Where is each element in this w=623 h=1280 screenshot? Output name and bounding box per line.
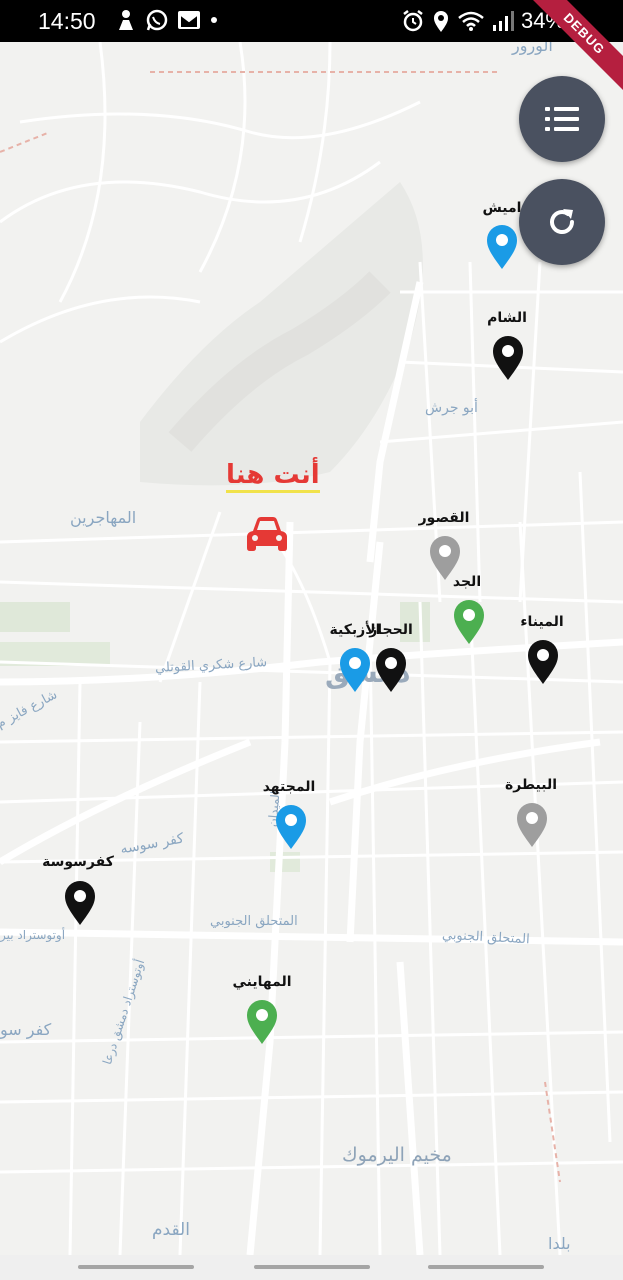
status-bar: 14:50 34% (0, 0, 623, 42)
car-icon[interactable] (245, 515, 289, 553)
map-pin-icon[interactable] (525, 639, 561, 685)
refresh-icon (550, 209, 574, 234)
location-icon (433, 11, 448, 32)
place-label: مخيم اليرموك (342, 1144, 452, 1166)
map-pin-icon[interactable] (490, 335, 526, 381)
alarm-icon (403, 10, 423, 32)
map-pin-icon[interactable] (373, 647, 409, 693)
marker-label: المجتهد (262, 779, 316, 795)
place-label: القدم (152, 1220, 190, 1240)
marker-label: الجد (452, 574, 482, 590)
marker-label: المهايني (232, 974, 292, 990)
marker-label: الميناء (520, 614, 564, 630)
marker-label: البيطرة (504, 777, 558, 793)
map-view[interactable]: المهاجرين أبو جرش دمشق شارع شكري القوتلي… (0, 42, 623, 1255)
marker-label: كفرسوسة (42, 854, 114, 870)
gmail-icon (178, 11, 200, 29)
wifi-icon (458, 11, 484, 31)
place-label: المتحلق الجنوبي (210, 914, 298, 929)
map-pin-icon[interactable] (62, 880, 98, 926)
map-pin-icon[interactable] (273, 804, 309, 850)
map-pin-icon[interactable] (514, 802, 550, 848)
place-label: بلدا (548, 1234, 571, 1253)
map-pin-icon[interactable] (337, 647, 373, 693)
nav-back-button[interactable] (428, 1265, 544, 1269)
current-location-label: أنت هنا (226, 460, 320, 493)
marker-label: الأزبكية (329, 622, 381, 638)
marker-label: اميش (482, 200, 522, 216)
place-label: أبو جرش (425, 400, 478, 416)
place-label: المهاجرين (70, 508, 137, 527)
list-button[interactable] (519, 76, 605, 162)
place-label: أوتوستراد بير (0, 928, 66, 942)
navigation-bar (0, 1255, 623, 1280)
list-icon (545, 107, 579, 131)
notification-icons (115, 8, 219, 32)
map-pin-icon[interactable] (244, 999, 280, 1045)
nav-home-button[interactable] (254, 1265, 370, 1269)
map-pin-icon[interactable] (484, 224, 520, 270)
signal-icon (492, 11, 514, 31)
place-label: الورور (512, 42, 553, 55)
dot-icon (211, 17, 217, 23)
refresh-button[interactable] (519, 179, 605, 265)
map-pin-icon[interactable] (451, 599, 487, 645)
system-icons: 34% (401, 8, 565, 34)
marker-label: الشام (487, 310, 527, 326)
notification-icon (119, 10, 133, 30)
status-time: 14:50 (38, 8, 96, 34)
nav-recents-button[interactable] (78, 1265, 194, 1269)
whatsapp-icon (146, 9, 168, 31)
marker-label: القصور (418, 510, 470, 526)
place-label: كفر سو (0, 1020, 52, 1039)
